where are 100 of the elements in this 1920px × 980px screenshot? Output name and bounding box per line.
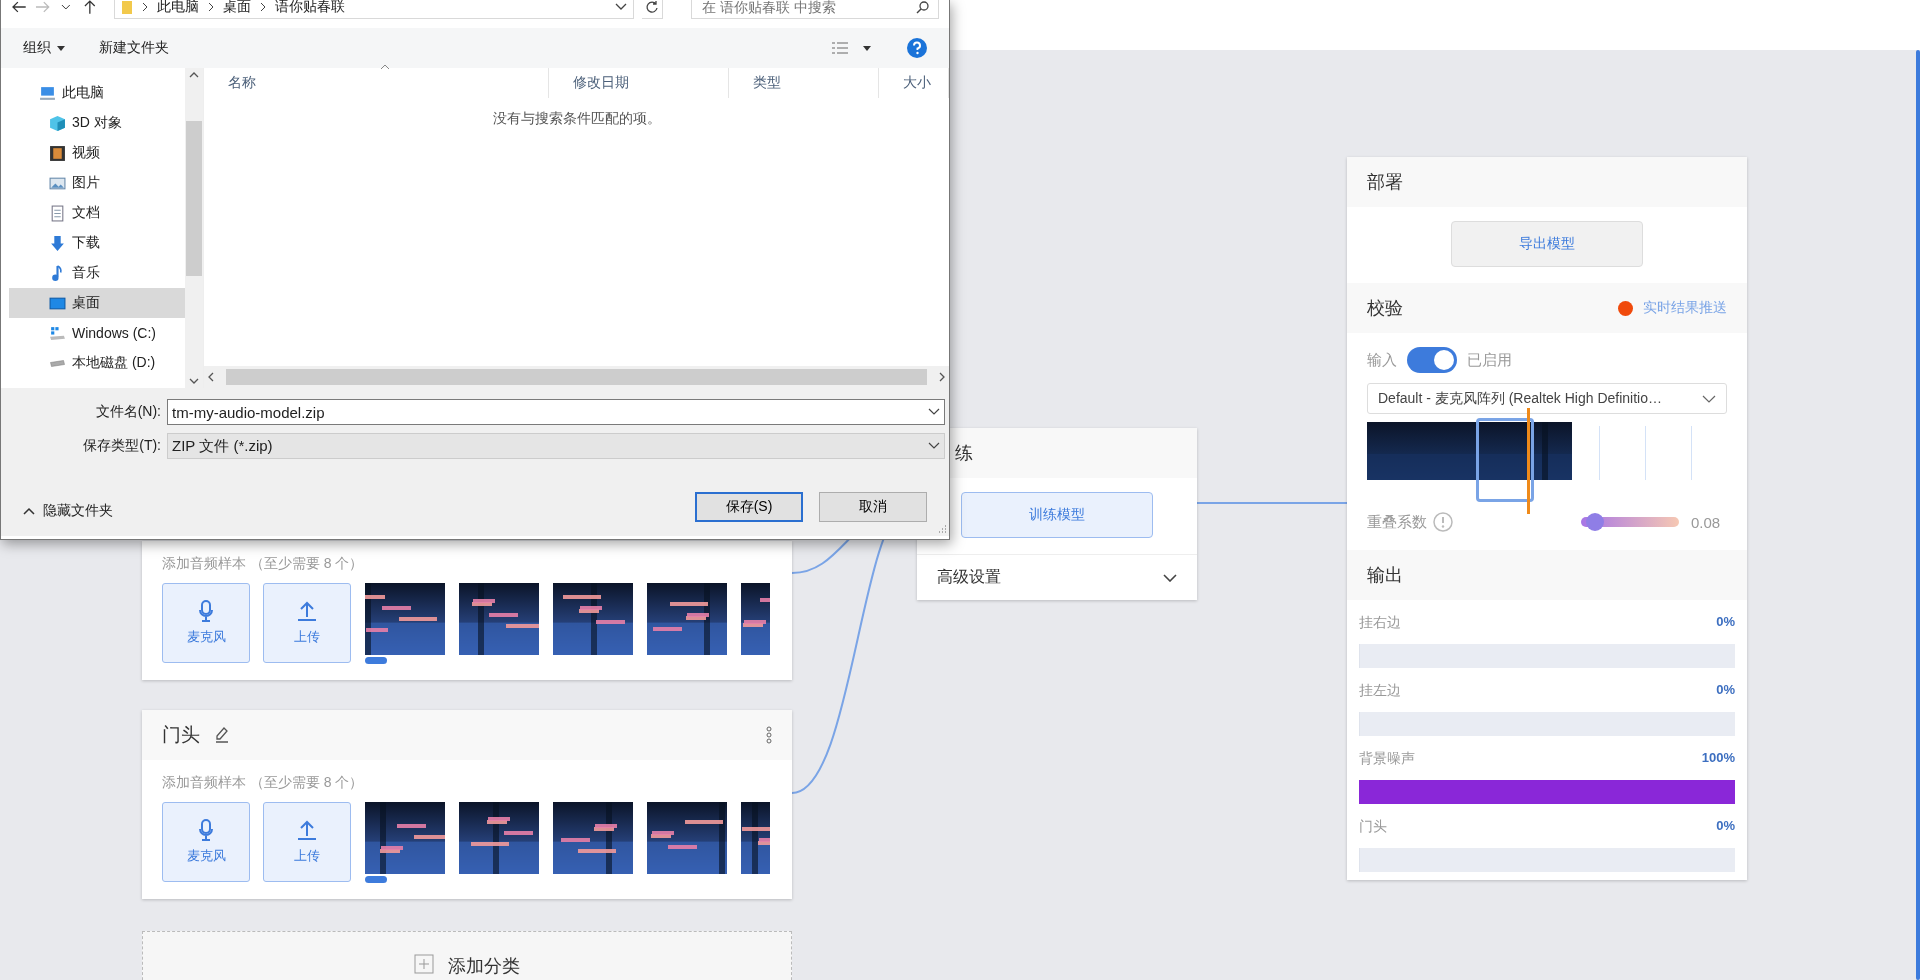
chevron-right-icon [206, 2, 215, 12]
device-dropdown[interactable]: Default - 麦克风阵列 (Realtek High Definitio… [1367, 383, 1727, 414]
folder-tree-item[interactable]: 此电脑 [9, 78, 186, 108]
class-name: 门头 [1359, 818, 1387, 836]
drive-icon [49, 324, 66, 342]
input-toggle[interactable] [1407, 347, 1457, 373]
caret-icon [57, 45, 65, 51]
chevron-down-icon [1163, 573, 1177, 582]
column-header[interactable]: 名称 [204, 68, 549, 98]
input-label: 输入 [1367, 350, 1397, 370]
film-icon [49, 144, 66, 162]
save-button[interactable]: 保存(S) [695, 492, 803, 522]
panel-title: 校验 [1367, 297, 1403, 320]
panel-title: 输出 [1367, 564, 1403, 587]
resize-grip-icon[interactable] [937, 524, 947, 534]
panel-title: 练 [955, 442, 973, 465]
overlap-label: 重叠系数 [1367, 512, 1427, 532]
scrollbar-thumb[interactable] [226, 369, 927, 385]
overlap-value: 0.08 [1691, 513, 1722, 531]
folder-tree-item[interactable]: 桌面 [9, 288, 186, 318]
sample-hint: 添加音频样本 （至少需要 8 个） [162, 774, 365, 792]
empty-message: 没有与搜索条件匹配的项。 [491, 110, 662, 128]
microphone-button[interactable]: 麦克风 [162, 802, 250, 882]
chevron-down-icon [1702, 394, 1716, 403]
microphone-icon [199, 819, 213, 841]
scroll-up-icon[interactable] [189, 72, 200, 78]
caret-icon[interactable] [863, 45, 871, 51]
scroll-indicator [365, 876, 387, 883]
upload-button[interactable]: 上传 [263, 802, 351, 882]
folder-tree-item[interactable]: 视频 [9, 138, 186, 168]
confidence-value: 0% [1716, 818, 1735, 835]
chevron-up-icon [23, 507, 35, 515]
computer-icon [39, 84, 56, 102]
hide-folders-toggle[interactable]: 隐藏文件夹 [23, 502, 113, 520]
folder-tree-item[interactable]: Windows (C:) [9, 318, 186, 348]
input-status: 已启用 [1467, 350, 1512, 370]
organize-menu[interactable]: 组织 [23, 39, 65, 57]
breadcrumb-item[interactable]: 桌面 [222, 0, 251, 16]
column-header[interactable]: 修改日期 [549, 68, 729, 98]
breadcrumb-item[interactable]: 语你贴春联 [274, 0, 345, 16]
chevron-down-icon[interactable] [614, 3, 627, 11]
sample-hint: 添加音频样本 （至少需要 8 个） [162, 555, 365, 573]
upload-icon [297, 600, 317, 622]
column-header[interactable]: 大小 [879, 68, 949, 98]
breadcrumb-item[interactable]: 此电脑 [156, 0, 199, 16]
class-name: 挂右边 [1359, 614, 1401, 632]
up-arrow-icon[interactable] [82, 0, 98, 15]
scroll-down-icon[interactable] [189, 378, 200, 384]
folder-tree-item[interactable]: 下载 [9, 228, 186, 258]
class-name: 挂左边 [1359, 682, 1401, 700]
upload-button[interactable]: 上传 [263, 583, 351, 663]
folder-tree-item[interactable]: 本地磁盘 (D:) [9, 348, 186, 378]
search-icon [915, 0, 930, 14]
refresh-icon[interactable] [645, 0, 660, 14]
new-folder-button[interactable]: 新建文件夹 [99, 39, 169, 57]
microphone-button[interactable]: 麦克风 [162, 583, 250, 663]
back-arrow-icon[interactable] [11, 0, 27, 15]
more-icon[interactable] [766, 726, 772, 744]
file-type-dropdown[interactable]: ZIP 文件 (*.zip) [167, 433, 945, 459]
scroll-left-icon[interactable] [208, 372, 214, 382]
file-name-field[interactable]: tm-my-audio-model.zip [167, 399, 945, 425]
confidence-value: 0% [1716, 682, 1735, 699]
folder-tree-item[interactable]: 3D 对象 [9, 108, 186, 138]
chevron-right-icon [140, 2, 149, 12]
column-header[interactable]: 类型 [729, 68, 879, 98]
file-name-label: 文件名(N): [94, 403, 162, 421]
address-bar[interactable]: 此电脑 桌面 语你贴春联 [113, 0, 634, 19]
down-arrow-icon [49, 234, 66, 252]
chevron-down-icon[interactable] [928, 408, 940, 416]
scrollbar[interactable] [1916, 50, 1920, 980]
cancel-button[interactable]: 取消 [819, 492, 927, 522]
advanced-settings-toggle[interactable]: 高级设置 [917, 554, 1197, 600]
export-button[interactable]: 导出模型 [1451, 221, 1643, 267]
chevron-down-icon [928, 442, 940, 450]
file-type-label: 保存类型(T): [82, 437, 162, 455]
chevron-right-icon [258, 2, 267, 12]
scroll-indicator [365, 657, 387, 664]
pencil-icon[interactable] [214, 726, 230, 744]
confidence-value: 100% [1701, 750, 1735, 767]
folder-tree-item[interactable]: 图片 [9, 168, 186, 198]
scrollbar-thumb[interactable] [186, 120, 203, 276]
add-class-button[interactable]: 添加分类 [142, 931, 792, 980]
scroll-right-icon[interactable] [939, 372, 945, 382]
folder-tree-item[interactable]: 音乐 [9, 258, 186, 288]
upload-icon [297, 819, 317, 841]
train-button[interactable]: 训练模型 [961, 492, 1153, 538]
confidence-value: 0% [1716, 614, 1735, 631]
microphone-icon [199, 600, 213, 622]
plus-icon [414, 954, 434, 974]
search-field[interactable]: 在 语你贴春联 中搜索 [691, 0, 939, 19]
folder-tree-item[interactable]: 文档 [9, 198, 186, 228]
cube-icon [49, 114, 66, 132]
drive-icon [49, 359, 66, 367]
document-icon [49, 204, 66, 222]
live-status-dot [1618, 300, 1633, 316]
sort-caret-icon [380, 64, 390, 70]
class-name: 背景噪声 [1359, 750, 1415, 768]
help-icon[interactable] [907, 38, 927, 58]
class-title: 门头 [162, 723, 200, 747]
slider-thumb[interactable] [1585, 513, 1604, 531]
